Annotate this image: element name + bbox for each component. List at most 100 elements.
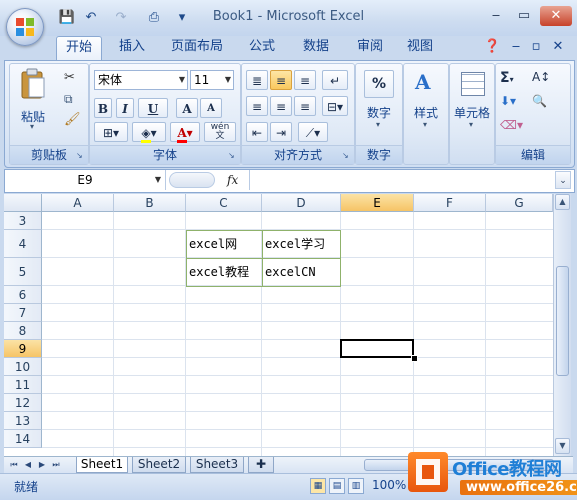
active-cell-e9[interactable] bbox=[340, 339, 414, 358]
tab-page-layout[interactable]: 页面布局 bbox=[166, 36, 228, 60]
prev-sheet-icon[interactable]: ◀ bbox=[22, 458, 34, 472]
paste-dropdown-icon[interactable]: ▾ bbox=[30, 122, 34, 131]
customize-qat-icon[interactable]: ▾ bbox=[176, 9, 188, 27]
row-header-7[interactable]: 7 bbox=[4, 304, 42, 322]
bold-button[interactable]: B bbox=[94, 98, 112, 118]
row-header-10[interactable]: 10 bbox=[4, 358, 42, 376]
ribbon-minimize-icon[interactable]: ‒ bbox=[508, 36, 524, 60]
column-header-e[interactable]: E bbox=[341, 194, 414, 212]
row-header-6[interactable]: 6 bbox=[4, 286, 42, 304]
sheet-tab-3[interactable]: Sheet3 bbox=[190, 457, 244, 473]
tab-view[interactable]: 视图 bbox=[398, 36, 442, 60]
font-size-select[interactable]: 11 ▼ bbox=[190, 70, 234, 90]
align-center-button[interactable]: ≡ bbox=[270, 96, 292, 116]
row-header-13[interactable]: 13 bbox=[4, 412, 42, 430]
align-middle-button[interactable]: ≡ bbox=[270, 70, 292, 90]
fill-color-button[interactable]: ◈▾ bbox=[132, 122, 166, 143]
find-select-button[interactable]: 🔍 bbox=[532, 94, 562, 112]
copy-icon[interactable]: ⧉ bbox=[64, 92, 80, 108]
increase-indent-button[interactable]: ⇥ bbox=[270, 122, 292, 142]
shrink-font-button[interactable]: A bbox=[200, 98, 222, 118]
page-break-view-icon[interactable]: ▥ bbox=[348, 478, 364, 494]
paste-button[interactable]: 粘贴 ▾ bbox=[16, 68, 50, 131]
merge-center-button[interactable]: ⊟▾ bbox=[322, 96, 348, 116]
cell-c4[interactable]: excel网 bbox=[186, 230, 263, 259]
column-header-a[interactable]: A bbox=[42, 194, 114, 212]
column-header-g[interactable]: G bbox=[486, 194, 553, 212]
print-preview-icon[interactable]: ⎙ bbox=[145, 9, 163, 27]
align-top-button[interactable]: ≣ bbox=[246, 70, 268, 90]
autosum-button[interactable]: Σ▾ bbox=[500, 70, 530, 88]
cell-d5[interactable]: excelCN bbox=[262, 258, 341, 287]
save-icon[interactable]: 💾 bbox=[58, 9, 76, 27]
minimize-button[interactable]: ‒ bbox=[482, 6, 510, 26]
tab-home[interactable]: 开始 bbox=[56, 36, 102, 61]
sheet-tab-2[interactable]: Sheet2 bbox=[132, 457, 186, 473]
first-sheet-icon[interactable]: ⏮ bbox=[8, 458, 20, 472]
next-sheet-icon[interactable]: ▶ bbox=[36, 458, 48, 472]
row-header-12[interactable]: 12 bbox=[4, 394, 42, 412]
phonetic-button[interactable]: wén 文 bbox=[204, 122, 236, 142]
fill-button[interactable]: ⬇▾ bbox=[500, 94, 530, 112]
scroll-up-icon[interactable]: ▲ bbox=[555, 194, 570, 210]
alignment-launcher-icon[interactable]: ↘ bbox=[342, 151, 352, 161]
close-button[interactable]: ✕ bbox=[540, 6, 572, 26]
zoom-level[interactable]: 100% bbox=[372, 478, 406, 492]
format-painter-icon[interactable]: 🖌 bbox=[64, 112, 81, 128]
row-header-11[interactable]: 11 bbox=[4, 376, 42, 394]
vertical-scrollbar[interactable]: ▲ ▼ bbox=[553, 194, 571, 456]
number-format-button[interactable]: % 数字 ▾ bbox=[360, 68, 398, 138]
office-button[interactable] bbox=[6, 8, 44, 46]
italic-button[interactable]: I bbox=[116, 98, 134, 118]
row-header-5[interactable]: 5 bbox=[4, 258, 42, 286]
page-layout-view-icon[interactable]: ▤ bbox=[329, 478, 345, 494]
expand-formula-bar-icon[interactable]: ⌄ bbox=[555, 171, 571, 189]
formula-input[interactable] bbox=[249, 170, 550, 190]
orientation-button[interactable]: ⟋▾ bbox=[298, 122, 328, 142]
styles-button[interactable]: A 样式 ▾ bbox=[407, 68, 445, 138]
insert-sheet-button[interactable]: ✚ bbox=[248, 457, 274, 473]
row-header-9[interactable]: 9 bbox=[4, 340, 42, 358]
tab-data[interactable]: 数据 bbox=[294, 36, 338, 60]
cut-icon[interactable]: ✂ bbox=[64, 70, 80, 86]
clear-button[interactable]: ⌫▾ bbox=[500, 118, 530, 136]
tab-formulas[interactable]: 公式 bbox=[240, 36, 284, 60]
last-sheet-icon[interactable]: ⏭ bbox=[50, 458, 62, 472]
row-header-4[interactable]: 4 bbox=[4, 230, 42, 258]
cell-c5[interactable]: excel教程 bbox=[186, 258, 263, 287]
tab-insert[interactable]: 插入 bbox=[110, 36, 154, 60]
wrap-text-button[interactable]: ↵ bbox=[322, 70, 348, 90]
normal-view-icon[interactable]: ▦ bbox=[310, 478, 326, 494]
clipboard-launcher-icon[interactable]: ↘ bbox=[76, 151, 86, 161]
row-header-14[interactable]: 14 bbox=[4, 430, 42, 448]
decrease-indent-button[interactable]: ⇤ bbox=[246, 122, 268, 142]
cell-d4[interactable]: excel学习 bbox=[262, 230, 341, 259]
grow-font-button[interactable]: A bbox=[176, 98, 198, 118]
formula-bar-handle[interactable] bbox=[169, 172, 215, 188]
ribbon-close-icon[interactable]: ✕ bbox=[550, 36, 566, 60]
redo-icon[interactable]: ↷ bbox=[112, 9, 130, 27]
align-left-button[interactable]: ≡ bbox=[246, 96, 268, 116]
font-color-button[interactable]: A▾ bbox=[170, 122, 200, 143]
insert-function-icon[interactable]: fx bbox=[227, 170, 245, 190]
align-bottom-button[interactable]: ≡ bbox=[294, 70, 316, 90]
help-icon[interactable]: ❓ bbox=[484, 36, 500, 60]
column-header-c[interactable]: C bbox=[186, 194, 262, 212]
borders-button[interactable]: ⊞▾ bbox=[94, 122, 128, 142]
worksheet-grid[interactable]: A B C D E F G 3 4 5 6 7 8 9 10 11 12 13 … bbox=[4, 194, 553, 456]
font-launcher-icon[interactable]: ↘ bbox=[228, 151, 238, 161]
fill-handle[interactable] bbox=[411, 355, 418, 362]
underline-button[interactable]: U bbox=[138, 98, 168, 118]
ribbon-restore-icon[interactable]: ▫ bbox=[528, 36, 544, 60]
sheet-tab-1[interactable]: Sheet1 bbox=[76, 457, 128, 473]
scroll-down-icon[interactable]: ▼ bbox=[555, 438, 570, 454]
font-name-select[interactable]: 宋体 ▼ bbox=[94, 70, 188, 90]
row-header-8[interactable]: 8 bbox=[4, 322, 42, 340]
align-right-button[interactable]: ≡ bbox=[294, 96, 316, 116]
row-header-3[interactable]: 3 bbox=[4, 212, 42, 230]
scroll-thumb[interactable] bbox=[556, 266, 569, 376]
column-header-d[interactable]: D bbox=[262, 194, 341, 212]
tab-review[interactable]: 审阅 bbox=[348, 36, 392, 60]
name-box[interactable]: E9 ▼ bbox=[5, 170, 166, 190]
sort-filter-button[interactable]: A↕ bbox=[532, 70, 562, 88]
